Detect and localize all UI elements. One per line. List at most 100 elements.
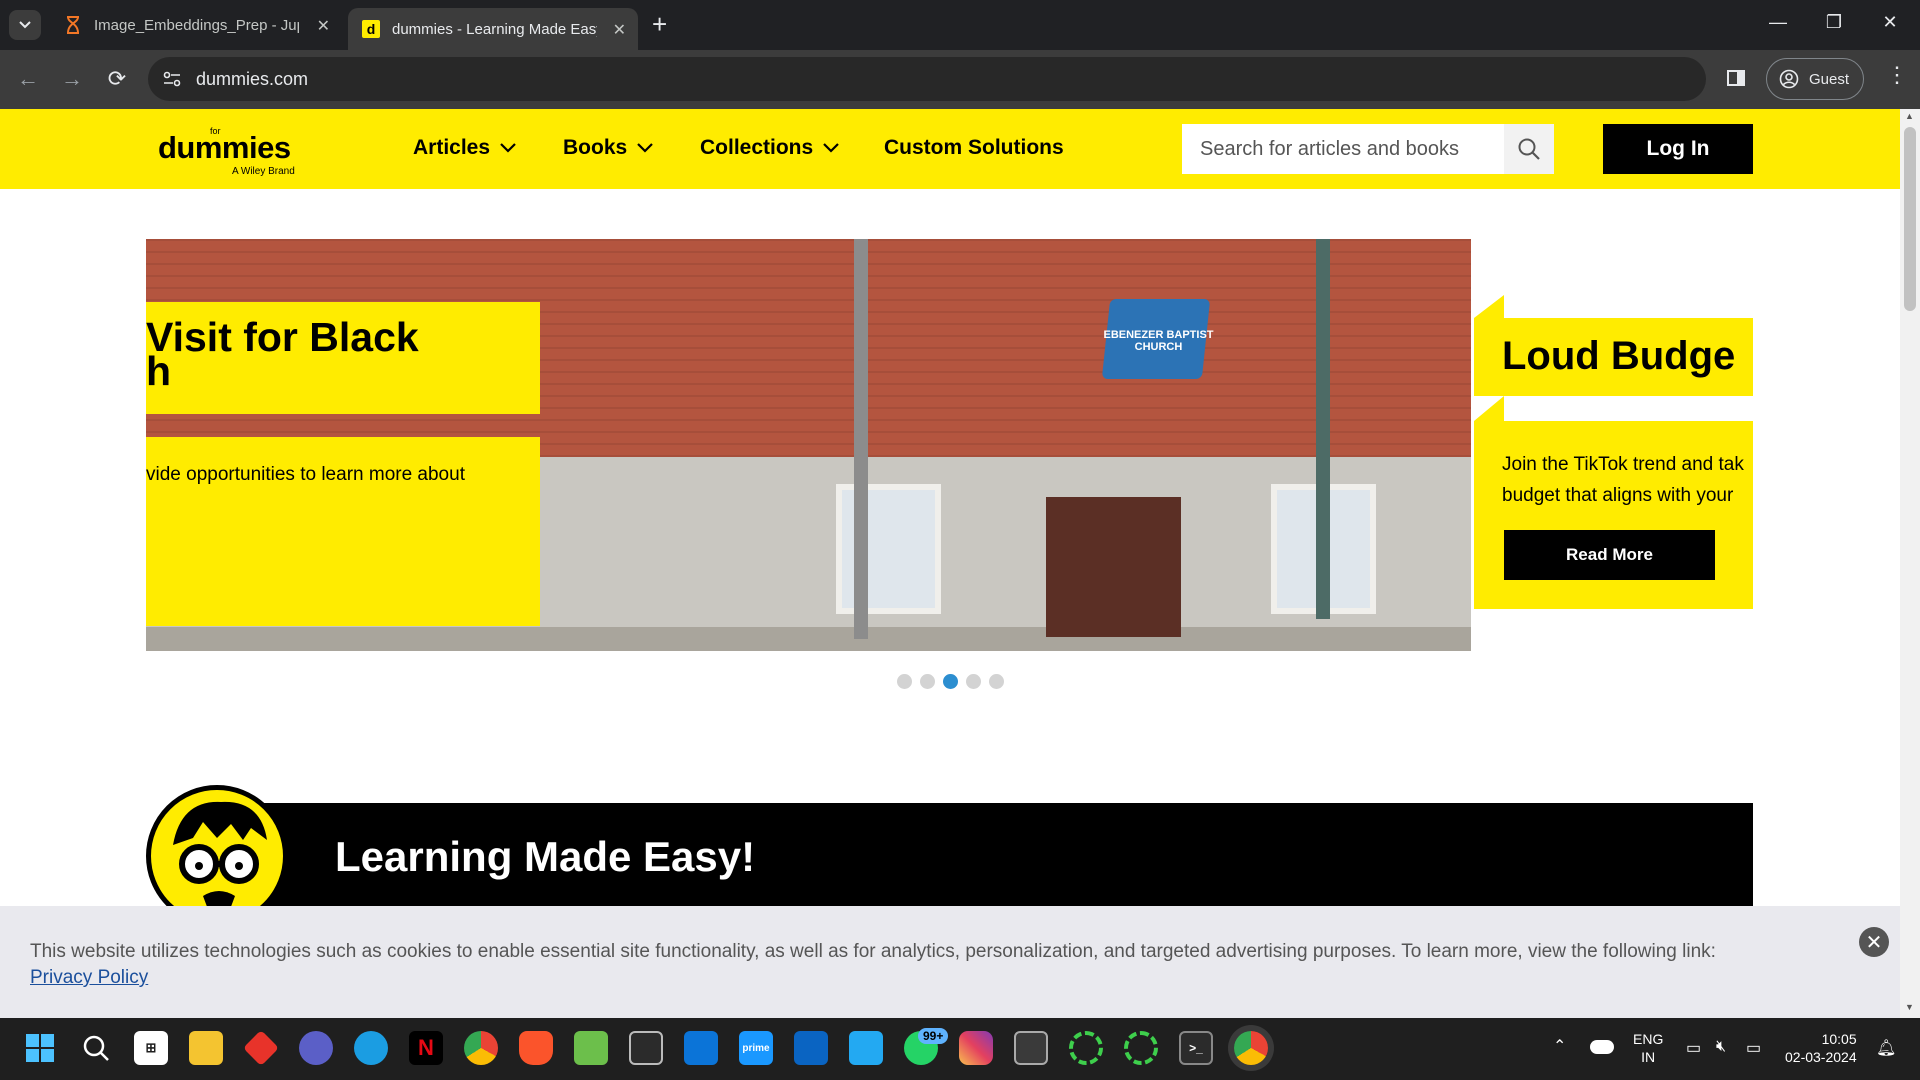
banner-title: Learning Made Easy! bbox=[335, 833, 756, 880]
date-label: 02-03-2024 bbox=[1785, 1049, 1857, 1065]
netflix-icon[interactable]: N bbox=[409, 1031, 443, 1065]
tab-title: Image_Embeddings_Prep - Jupyter bbox=[94, 16, 299, 34]
carousel-left-body-card: vide opportunities to learn more about bbox=[146, 437, 540, 626]
vscode-icon[interactable] bbox=[849, 1031, 883, 1065]
network-icon[interactable]: ▭ bbox=[1686, 1038, 1701, 1058]
pole bbox=[854, 239, 868, 639]
page-scrollbar[interactable]: ▲ ▼ bbox=[1900, 109, 1920, 1018]
nav-books[interactable]: Books bbox=[563, 136, 653, 160]
tab-jupyter[interactable]: Image_Embeddings_Prep - Jupyter ✕ bbox=[50, 8, 342, 42]
microsoft-store-icon[interactable]: ⊞ bbox=[134, 1031, 168, 1065]
scroll-down-icon[interactable]: ▼ bbox=[1905, 1002, 1914, 1012]
profile-label: Guest bbox=[1809, 70, 1850, 88]
restore-icon[interactable]: ❐ bbox=[1820, 12, 1848, 38]
region-label: IN bbox=[1641, 1049, 1656, 1065]
chevron-down-icon bbox=[637, 143, 653, 153]
church-door bbox=[1046, 497, 1181, 637]
nav-label: Articles bbox=[413, 136, 491, 159]
forward-icon[interactable]: → bbox=[56, 63, 88, 95]
church-sign-text: EBENEZER BAPTIST CHURCH bbox=[1103, 329, 1214, 353]
instagram-icon[interactable] bbox=[959, 1031, 993, 1065]
terminal-window-icon[interactable] bbox=[629, 1031, 663, 1065]
volume-muted-icon[interactable]: 🔇︎ bbox=[1716, 1038, 1726, 1056]
search-icon[interactable] bbox=[79, 1031, 113, 1065]
nav-label: Books bbox=[563, 136, 628, 159]
copilot-icon[interactable] bbox=[299, 1031, 333, 1065]
nav-collections[interactable]: Collections bbox=[700, 136, 839, 160]
reload-icon[interactable]: ⟳ bbox=[101, 63, 133, 95]
carousel-dot[interactable] bbox=[897, 674, 912, 689]
scrollbar-thumb[interactable] bbox=[1904, 127, 1916, 311]
tray-overflow-icon[interactable]: ⌃ bbox=[1553, 1036, 1566, 1056]
site-search bbox=[1182, 124, 1554, 174]
minimize-icon[interactable]: — bbox=[1764, 12, 1792, 38]
card-body-line: budget that aligns with your bbox=[1502, 485, 1734, 506]
back-icon[interactable]: ← bbox=[12, 63, 44, 95]
card-title: Loud Budge bbox=[1502, 334, 1736, 378]
onedrive-icon[interactable] bbox=[1590, 1040, 1614, 1054]
prime-video-icon[interactable]: prime bbox=[739, 1031, 773, 1065]
dummies-logo[interactable]: for dummies A Wiley Brand bbox=[158, 124, 308, 177]
brave-icon[interactable] bbox=[519, 1031, 553, 1065]
battery-icon[interactable]: ▭ bbox=[1746, 1038, 1761, 1058]
search-icon[interactable] bbox=[1504, 124, 1554, 174]
profile-button[interactable]: Guest bbox=[1766, 58, 1864, 100]
carousel-dot[interactable] bbox=[920, 674, 935, 689]
windows-taskbar: ⊞ N prime 99+ >_ ⌃ ENG IN ▭ 🔇︎ ▭ 10:05 0… bbox=[0, 1018, 1920, 1080]
carousel-pagination bbox=[897, 674, 1004, 689]
login-button[interactable]: Log In bbox=[1603, 124, 1753, 174]
image-viewer-icon[interactable] bbox=[574, 1031, 608, 1065]
app-window-icon[interactable] bbox=[1014, 1031, 1048, 1065]
url-text: dummies.com bbox=[196, 69, 309, 89]
new-tab-button[interactable]: + bbox=[652, 10, 672, 40]
file-explorer-icon[interactable] bbox=[189, 1031, 223, 1065]
app-blue-icon[interactable] bbox=[684, 1031, 718, 1065]
menu-kebab-icon[interactable]: ⋮ bbox=[1886, 62, 1908, 88]
lamp-post bbox=[1316, 239, 1330, 619]
windows-start-icon[interactable] bbox=[23, 1031, 57, 1065]
notification-bell-icon[interactable]: 🔔︎ bbox=[1876, 1038, 1896, 1058]
privacy-policy-link[interactable]: Privacy Policy bbox=[30, 967, 148, 988]
nav-articles[interactable]: Articles bbox=[413, 136, 516, 160]
nav-custom-solutions[interactable]: Custom Solutions bbox=[884, 136, 1064, 160]
cookie-banner: This website utilizes technologies such … bbox=[0, 906, 1900, 1018]
language-indicator[interactable]: ENG IN bbox=[1633, 1030, 1663, 1066]
carousel-left-title-card[interactable]: Visit for Black h bbox=[146, 302, 540, 414]
app-red-diamond-icon[interactable] bbox=[242, 1029, 280, 1067]
close-cookie-icon[interactable]: ✕ bbox=[1859, 927, 1889, 957]
close-window-icon[interactable]: ✕ bbox=[1876, 12, 1904, 38]
profile-icon bbox=[1779, 69, 1799, 89]
edge-icon[interactable] bbox=[354, 1031, 388, 1065]
carousel-dot[interactable] bbox=[989, 674, 1004, 689]
app-green-ring-icon[interactable] bbox=[1069, 1031, 1103, 1065]
cookie-text: This website utilizes technologies such … bbox=[30, 941, 1716, 962]
close-tab-icon[interactable]: ✕ bbox=[613, 20, 626, 40]
search-input[interactable] bbox=[1182, 124, 1504, 174]
site-info-icon[interactable] bbox=[162, 69, 182, 94]
nav-label: Collections bbox=[700, 136, 814, 159]
whatsapp-badge: 99+ bbox=[918, 1028, 949, 1044]
window bbox=[836, 484, 941, 614]
windows-terminal-icon[interactable]: >_ bbox=[1179, 1031, 1213, 1065]
tab-dummies[interactable]: d dummies - Learning Made Easy ✕ bbox=[348, 8, 638, 50]
outlook-icon[interactable] bbox=[794, 1031, 828, 1065]
browser-tab-strip: Image_Embeddings_Prep - Jupyter ✕ d dumm… bbox=[0, 0, 1920, 50]
address-bar[interactable]: dummies.com bbox=[148, 57, 1706, 101]
card-body-line: Join the TikTok trend and tak bbox=[1502, 454, 1744, 475]
hourglass-icon bbox=[64, 16, 82, 34]
carousel-dot-active[interactable] bbox=[943, 674, 958, 689]
side-panel-icon[interactable] bbox=[1726, 68, 1746, 93]
time-label: 10:05 bbox=[1821, 1031, 1857, 1047]
scroll-up-icon[interactable]: ▲ bbox=[1905, 111, 1914, 121]
card-title-line: Visit for Black bbox=[146, 314, 419, 360]
tab-search-button[interactable] bbox=[9, 10, 41, 40]
carousel-dot[interactable] bbox=[966, 674, 981, 689]
clock[interactable]: 10:05 02-03-2024 bbox=[1785, 1030, 1857, 1066]
close-tab-icon[interactable]: ✕ bbox=[317, 16, 330, 36]
chrome-icon[interactable] bbox=[464, 1031, 498, 1065]
chrome-active-icon[interactable] bbox=[1234, 1031, 1268, 1065]
read-more-button[interactable]: Read More bbox=[1504, 530, 1715, 580]
carousel-right-title-card[interactable]: Loud Budge bbox=[1474, 318, 1753, 396]
app-green-ring-icon-2[interactable] bbox=[1124, 1031, 1158, 1065]
sidewalk bbox=[146, 627, 1471, 651]
